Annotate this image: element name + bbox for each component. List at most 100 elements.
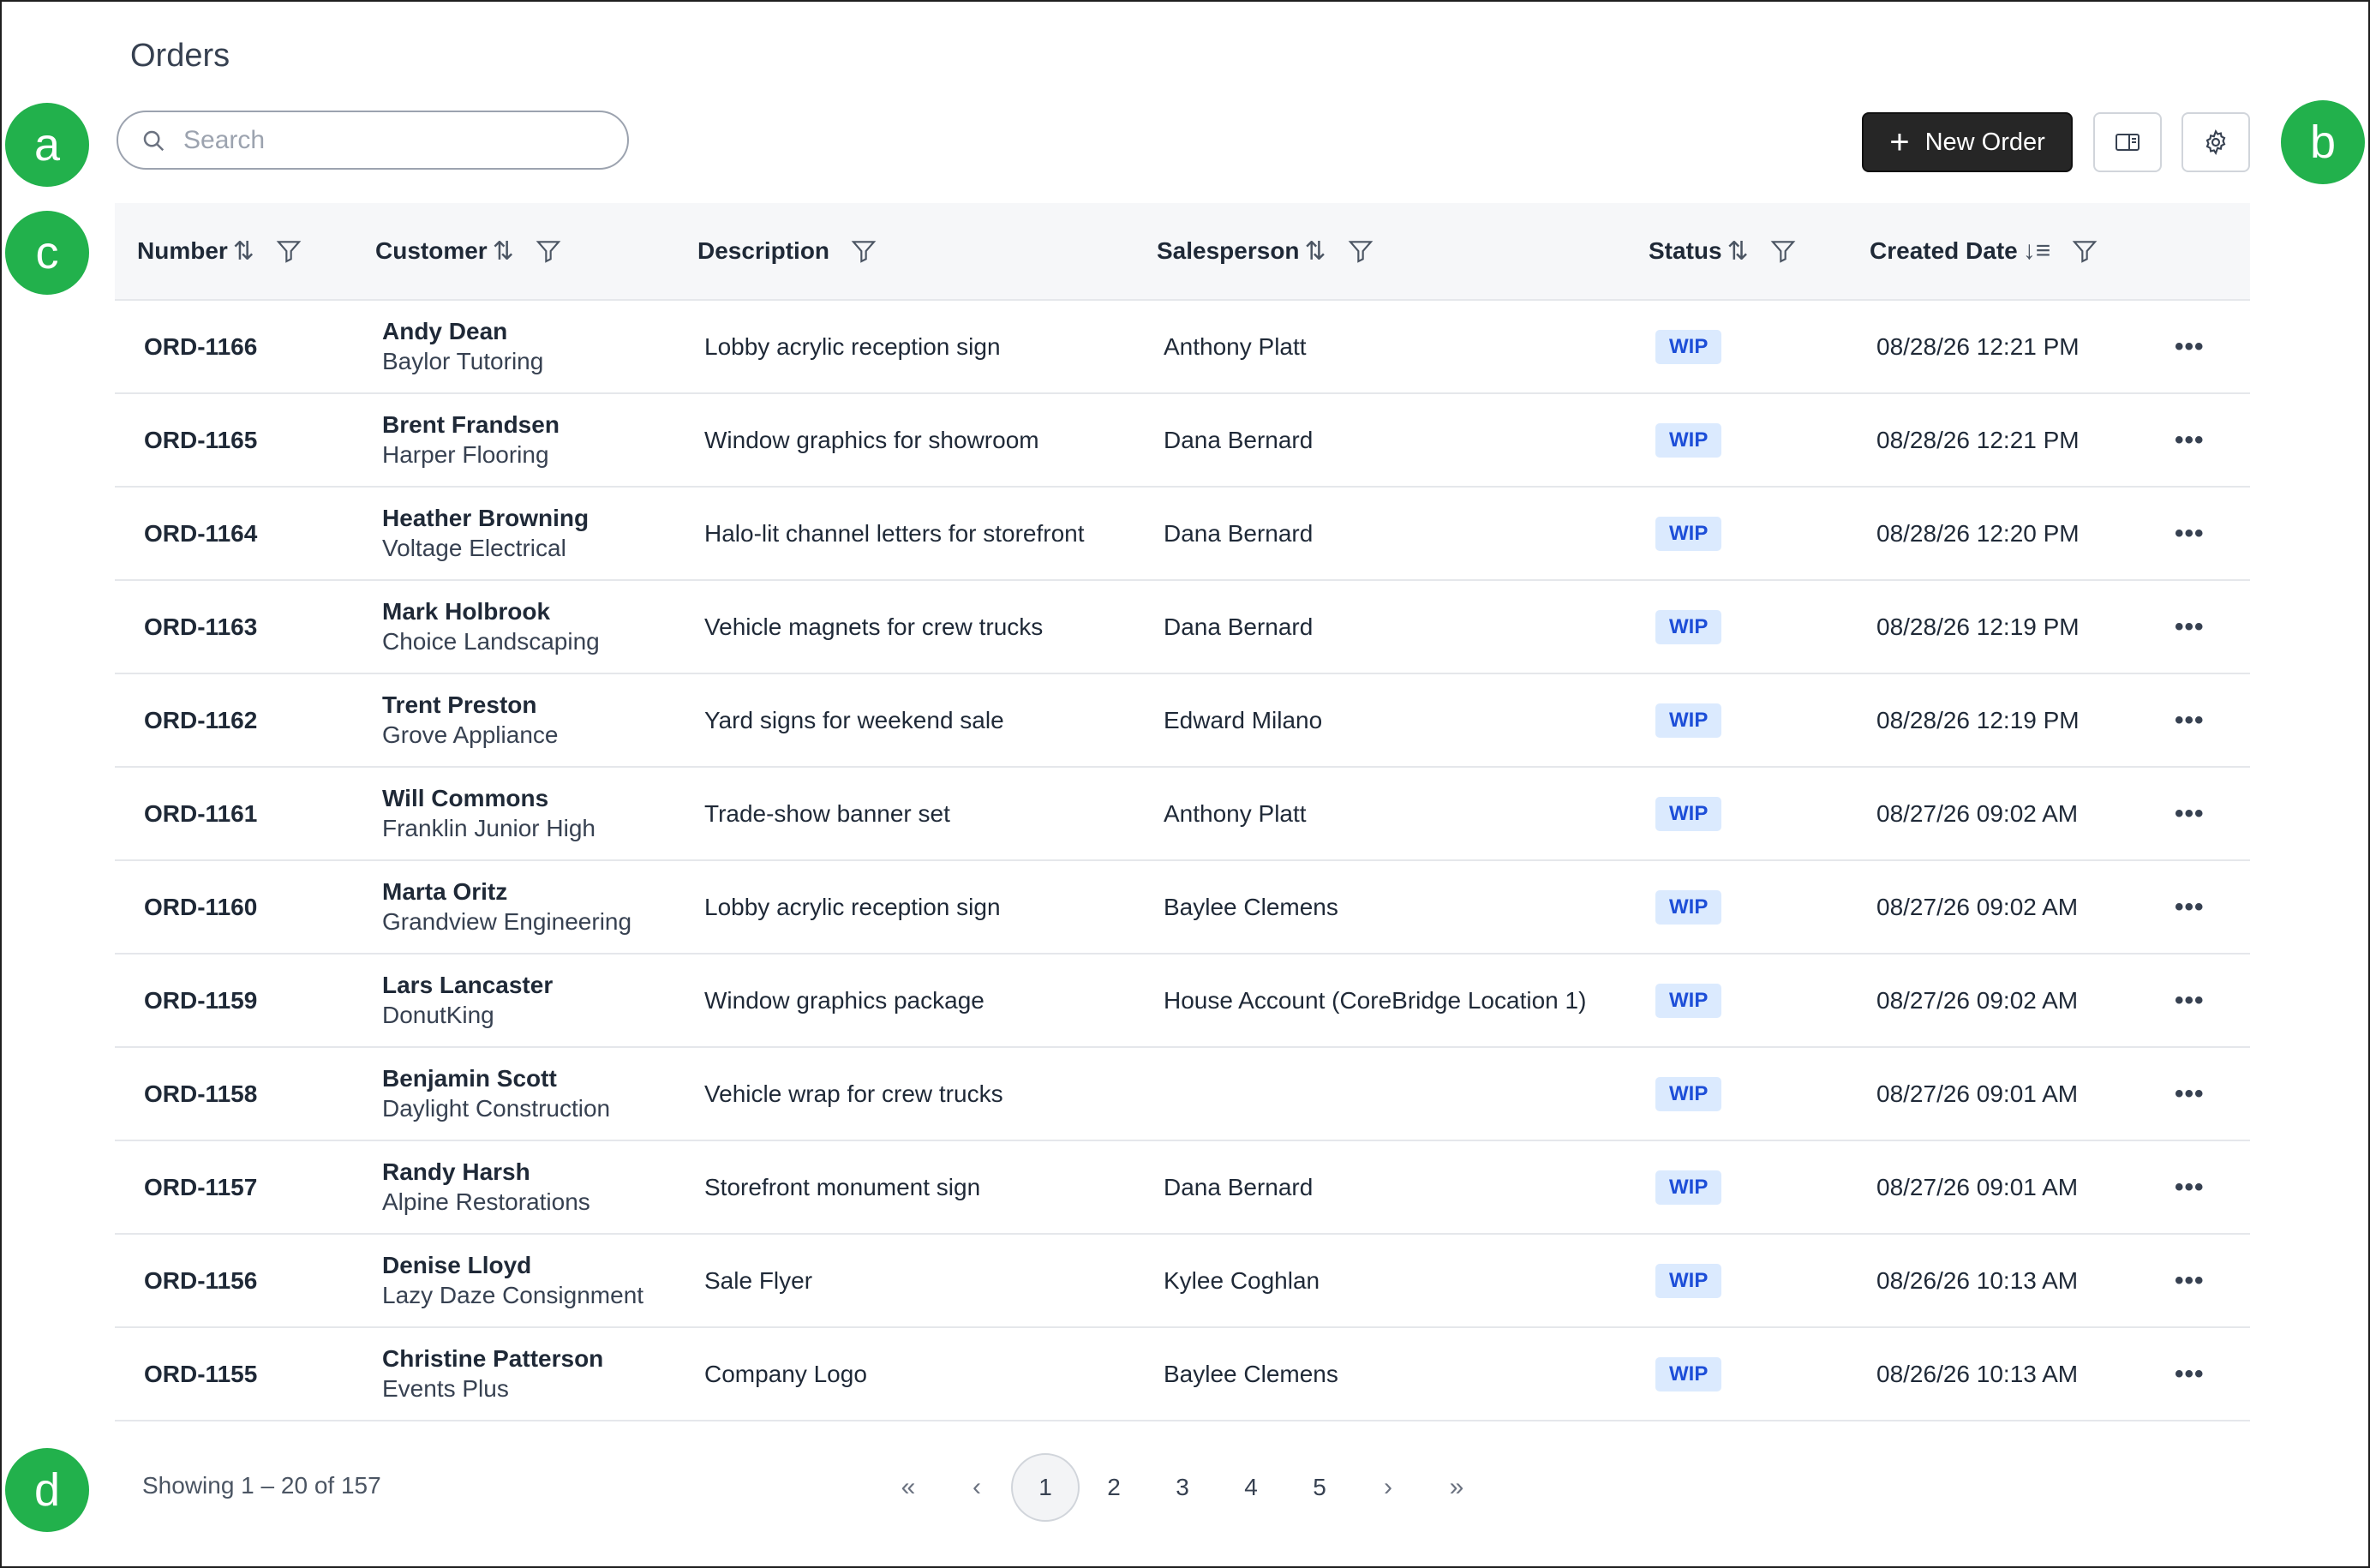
table-row[interactable]: Bill Harper (115, 1421, 2250, 1435)
column-header-customer[interactable]: Customer ⇅ (375, 203, 562, 299)
customer-name[interactable]: Will Commons (382, 784, 595, 813)
column-header-created-date[interactable]: Created Date ↓≡ (1870, 203, 2098, 299)
salesperson: House Account (CoreBridge Location 1) (1164, 986, 1587, 1014)
order-number[interactable]: ORD-1164 (144, 520, 257, 548)
page-button-2[interactable]: 2 (1080, 1453, 1148, 1522)
order-number[interactable]: ORD-1156 (144, 1267, 257, 1295)
new-order-button[interactable]: + New Order (1862, 112, 2073, 172)
row-actions-icon[interactable]: ••• (2175, 706, 2205, 735)
customer-name[interactable]: Denise Lloyd (382, 1251, 643, 1280)
order-number[interactable]: ORD-1166 (144, 333, 257, 361)
row-actions-icon[interactable]: ••• (2175, 1360, 2205, 1389)
sort-desc-icon[interactable]: ↓≡ (2023, 236, 2051, 266)
row-actions-icon[interactable]: ••• (2175, 1080, 2205, 1109)
order-description: Window graphics package (704, 986, 985, 1014)
table-row[interactable]: ORD-1162 Trent Preston Grove Appliance Yard… (115, 674, 2250, 768)
table-row[interactable]: ORD-1163 Mark Holbrook Choice Landscaping V… (115, 581, 2250, 674)
search-box[interactable] (117, 111, 629, 170)
row-actions-icon[interactable]: ••• (2175, 519, 2205, 548)
order-number[interactable]: ORD-1155 (144, 1361, 257, 1388)
customer-name[interactable]: Randy Harsh (382, 1158, 590, 1187)
row-actions-icon[interactable]: ••• (2175, 799, 2205, 829)
table-row[interactable]: ORD-1160 Marta Oritz Grandview Engineering… (115, 861, 2250, 955)
column-header-number[interactable]: Number ⇅ (137, 203, 302, 299)
status-badge: WIP (1655, 1170, 1722, 1205)
page-button-4[interactable]: 4 (1217, 1453, 1285, 1522)
prev-page-button[interactable]: ‹ (943, 1453, 1011, 1522)
table-row[interactable]: ORD-1164 Heather Browning Voltage Electric… (115, 488, 2250, 581)
row-actions-icon[interactable]: ••• (2175, 986, 2205, 1015)
table-row[interactable]: ORD-1156 Denise Lloyd Lazy Daze Consignmen… (115, 1235, 2250, 1328)
pagination: « ‹ 1 2 3 4 5 › » (874, 1451, 1491, 1523)
sort-icon[interactable]: ⇅ (493, 236, 514, 266)
status-badge: WIP (1655, 329, 1722, 364)
order-number[interactable]: ORD-1165 (144, 427, 257, 454)
page-button-5[interactable]: 5 (1285, 1453, 1354, 1522)
table-row[interactable]: ORD-1166 Andy Dean Baylor Tutoring Lobby ac… (115, 301, 2250, 394)
next-page-button[interactable]: › (1354, 1453, 1422, 1522)
status-badge: WIP (1655, 796, 1722, 831)
filter-icon[interactable] (1769, 237, 1797, 265)
settings-button[interactable] (2181, 112, 2250, 172)
column-header-status[interactable]: Status ⇅ (1649, 203, 1797, 299)
search-icon (143, 130, 165, 151)
filter-icon[interactable] (1347, 237, 1374, 265)
customer-name[interactable]: Lars Lancaster (382, 971, 553, 1000)
customer-company: Lazy Daze Consignment (382, 1281, 644, 1308)
order-number[interactable]: ORD-1162 (144, 707, 257, 734)
filter-icon[interactable] (535, 237, 562, 265)
filter-icon[interactable] (850, 237, 877, 265)
customer-name[interactable]: Andy Dean (382, 317, 543, 346)
row-actions-icon[interactable]: ••• (2175, 613, 2205, 642)
column-panel-button[interactable] (2093, 112, 2162, 172)
column-header-description[interactable]: Description (697, 203, 877, 299)
table-row[interactable]: ORD-1155 Christine Patterson Events Plus Co… (115, 1328, 2250, 1421)
created-date: 08/27/26 09:02 AM (1876, 799, 2079, 827)
table-row[interactable]: ORD-1161 Will Commons Franklin Junior High… (115, 768, 2250, 861)
pagination-summary: Showing 1 – 20 of 157 (142, 1472, 381, 1499)
table-row[interactable]: ORD-1165 Brent Frandsen Harper Flooring Win… (115, 394, 2250, 488)
order-number[interactable]: ORD-1157 (144, 1174, 257, 1201)
customer-name[interactable]: Trent Preston (382, 691, 558, 720)
page-button-1[interactable]: 1 (1011, 1453, 1080, 1522)
table-row[interactable]: ORD-1158 Benjamin Scott Daylight Construct… (115, 1048, 2250, 1141)
order-number[interactable]: ORD-1163 (144, 613, 257, 641)
table-row[interactable]: ORD-1159 Lars Lancaster DonutKing Window gr… (115, 955, 2250, 1048)
customer-company: Voltage Electrical (382, 534, 566, 561)
row-actions-icon[interactable]: ••• (2175, 332, 2205, 362)
filter-icon[interactable] (2071, 237, 2098, 265)
order-description: Company Logo (704, 1360, 867, 1387)
first-page-button[interactable]: « (874, 1453, 943, 1522)
customer-company: Alpine Restorations (382, 1188, 590, 1215)
sort-icon[interactable]: ⇅ (233, 236, 254, 266)
customer-company: Grandview Engineering (382, 907, 632, 935)
row-actions-icon[interactable]: ••• (2175, 426, 2205, 455)
column-header-salesperson[interactable]: Salesperson ⇅ (1157, 203, 1374, 299)
callout-marker-a: a (5, 103, 89, 187)
search-input[interactable] (182, 124, 596, 156)
order-number[interactable]: ORD-1161 (144, 800, 257, 828)
customer-name[interactable]: Benjamin Scott (382, 1064, 610, 1093)
order-number[interactable]: ORD-1159 (144, 987, 257, 1014)
sort-icon[interactable]: ⇅ (1305, 236, 1326, 266)
page-button-3[interactable]: 3 (1148, 1453, 1217, 1522)
filter-icon[interactable] (275, 237, 302, 265)
callout-marker-b: b (2281, 100, 2365, 184)
customer-name[interactable]: Mark Holbrook (382, 597, 600, 626)
order-number[interactable]: ORD-1160 (144, 894, 257, 921)
order-description: Trade-show banner set (704, 799, 950, 827)
created-date: 08/26/26 10:13 AM (1876, 1360, 2079, 1387)
customer-name[interactable]: Heather Browning (382, 504, 589, 533)
column-label: Customer (375, 237, 488, 264)
row-actions-icon[interactable]: ••• (2175, 893, 2205, 922)
row-actions-icon[interactable]: ••• (2175, 1173, 2205, 1202)
customer-name[interactable]: Brent Frandsen (382, 410, 560, 440)
last-page-button[interactable]: » (1422, 1453, 1491, 1522)
customer-name[interactable]: Christine Patterson (382, 1344, 603, 1373)
customer-name[interactable]: Marta Oritz (382, 877, 631, 907)
order-number[interactable]: ORD-1158 (144, 1080, 257, 1108)
row-actions-icon[interactable]: ••• (2175, 1266, 2205, 1296)
sort-icon[interactable]: ⇅ (1727, 236, 1749, 266)
table-row[interactable]: ORD-1157 Randy Harsh Alpine Restorations St… (115, 1141, 2250, 1235)
salesperson: Dana Bernard (1164, 519, 1314, 547)
